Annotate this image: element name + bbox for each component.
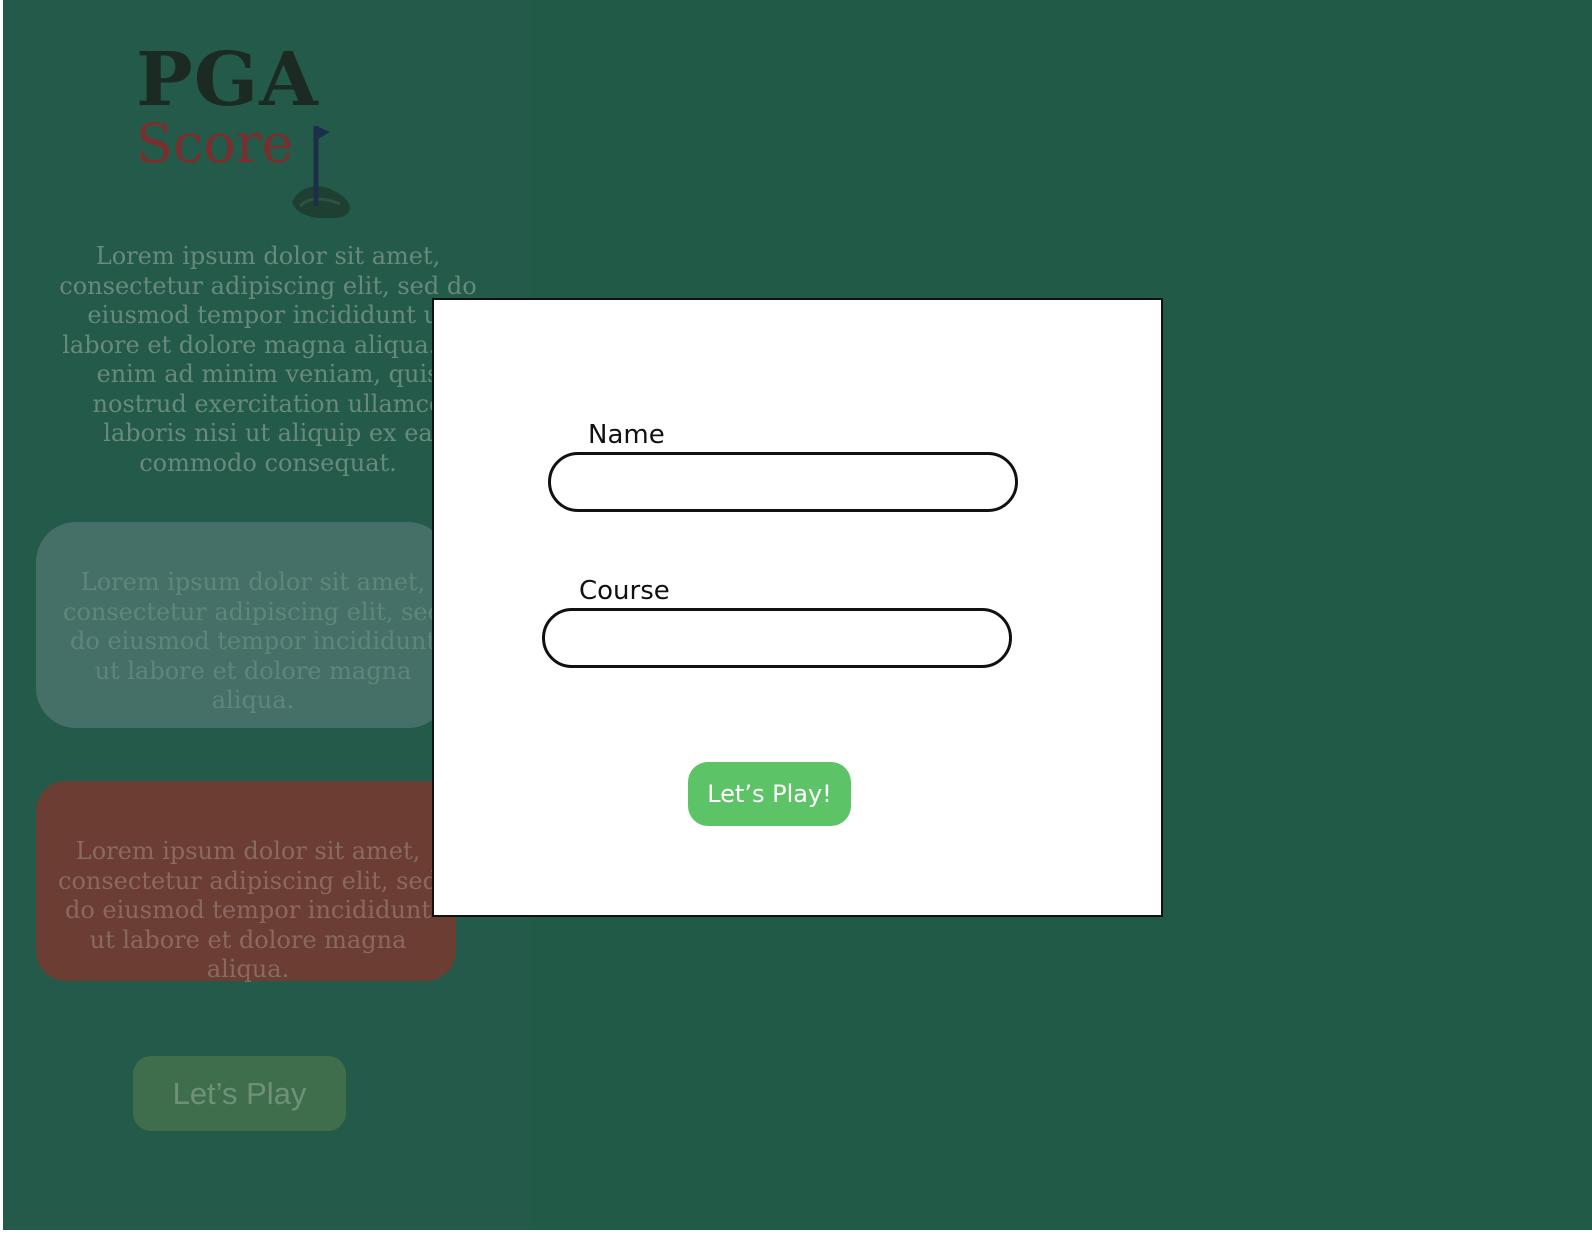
lets-play-button-background: Let’s Play: [133, 1056, 346, 1131]
golf-flag-icon: [292, 126, 350, 218]
new-game-modal: Name Course Let’s Play!: [432, 298, 1163, 917]
name-label: Name: [588, 420, 665, 450]
info-card-teal-text: Lorem ipsum dolor sit amet, consectetur …: [63, 568, 443, 714]
name-input[interactable]: [548, 452, 1018, 512]
info-card-teal: Lorem ipsum dolor sit amet, consectetur …: [36, 522, 448, 728]
course-label: Course: [579, 576, 670, 606]
info-card-red-text: Lorem ipsum dolor sit amet, consectetur …: [58, 837, 438, 983]
info-card-red: Lorem ipsum dolor sit amet, consectetur …: [36, 781, 456, 983]
logo-title: PGA: [136, 37, 319, 123]
course-input[interactable]: [542, 608, 1012, 668]
lets-play-submit-button[interactable]: Let’s Play!: [688, 762, 851, 826]
intro-paragraph: Lorem ipsum dolor sit amet, consectetur …: [59, 242, 477, 477]
logo: PGA Score: [136, 37, 376, 218]
logo-subtitle: Score: [136, 112, 294, 175]
